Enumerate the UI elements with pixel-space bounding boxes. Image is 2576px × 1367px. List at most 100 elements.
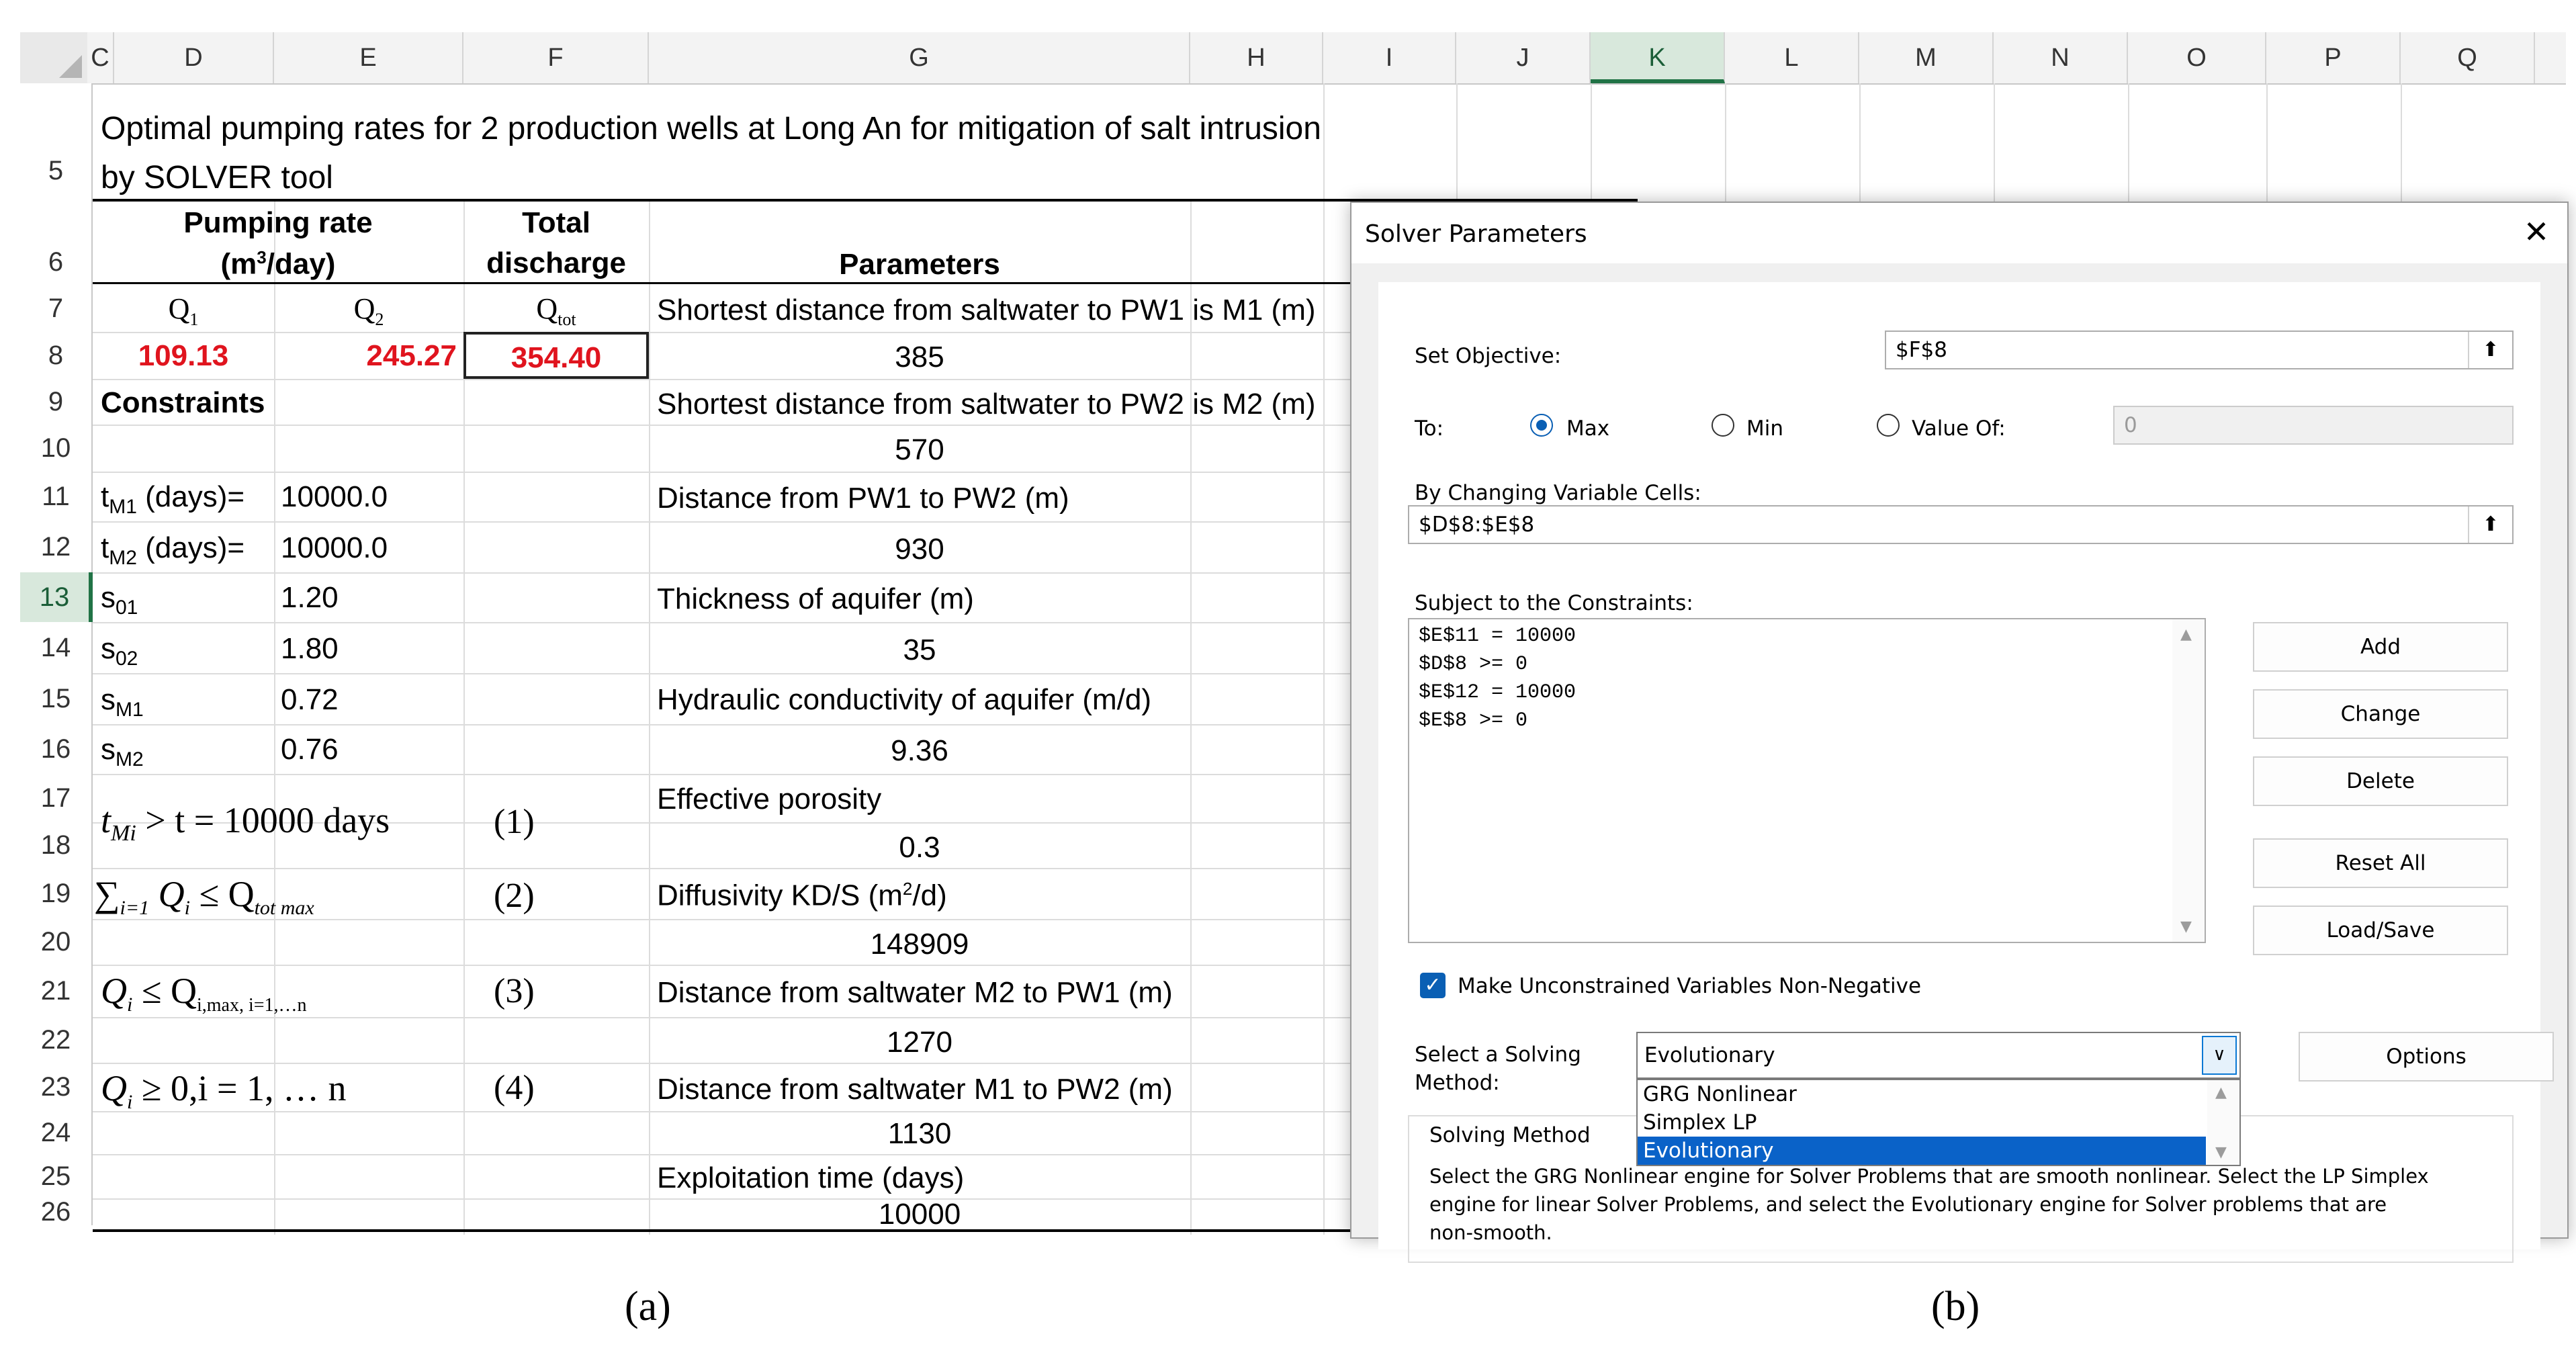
param-value-5[interactable]: 9.36 — [649, 736, 1190, 766]
radio-max[interactable] — [1530, 414, 1553, 437]
row-header-14[interactable]: 14 — [20, 622, 93, 673]
row-header-9[interactable]: 9 — [20, 379, 93, 425]
chevron-down-icon[interactable]: ∨ — [2202, 1036, 2237, 1075]
qtot-value-cell[interactable]: 354.40 — [463, 332, 649, 379]
delete-button[interactable]: Delete — [2253, 756, 2508, 806]
column-header-f[interactable]: F — [463, 32, 649, 83]
scroll-up-icon[interactable]: ▲ — [2215, 1084, 2227, 1101]
solving-method-select[interactable]: Evolutionary ∨ — [1636, 1032, 2241, 1079]
nonneg-checkbox[interactable]: ✓ — [1420, 973, 1446, 998]
constraint-item[interactable]: $E$12 = 10000 — [1419, 681, 1576, 704]
load-save-button[interactable]: Load/Save — [2253, 906, 2508, 955]
row-header-22[interactable]: 22 — [20, 1017, 93, 1063]
method-option-grg[interactable]: GRG Nonlinear — [1638, 1080, 2206, 1108]
param-value-2[interactable]: 570 — [649, 435, 1190, 465]
row-header-24[interactable]: 24 — [20, 1111, 93, 1154]
scroll-down-icon[interactable]: ▼ — [2180, 918, 2192, 935]
row-header-12[interactable]: 12 — [20, 521, 93, 572]
collapse-upload-icon[interactable]: ⬆ — [2468, 332, 2512, 368]
column-header-d[interactable]: D — [114, 32, 274, 83]
changing-cells-input[interactable]: $D$8:$E$8 ⬆ — [1408, 505, 2514, 544]
column-header-j[interactable]: J — [1456, 32, 1591, 83]
constraint-value-s01[interactable]: 1.20 — [281, 583, 339, 613]
row-header-19[interactable]: 19 — [20, 868, 93, 919]
row-header-23[interactable]: 23 — [20, 1063, 93, 1111]
row-header-6[interactable]: 6 — [20, 202, 93, 285]
row-header-11[interactable]: 11 — [20, 472, 93, 521]
row-header-7[interactable]: 7 — [20, 285, 93, 332]
method-description-line3: non-smooth. — [1429, 1221, 1552, 1244]
column-header-h[interactable]: H — [1190, 32, 1323, 83]
dropdown-scrollbar[interactable]: ▲ ▼ — [2207, 1080, 2239, 1165]
options-button[interactable]: Options — [2299, 1032, 2554, 1082]
row-header-26[interactable]: 26 — [20, 1198, 93, 1225]
reset-all-button[interactable]: Reset All — [2253, 838, 2508, 888]
nonneg-label: Make Unconstrained Variables Non-Negativ… — [1458, 974, 1922, 998]
param-value-7[interactable]: 148909 — [649, 930, 1190, 959]
constraint-item[interactable]: $E$11 = 10000 — [1419, 625, 1576, 648]
value-of-input[interactable]: 0 — [2113, 406, 2514, 445]
param-value-3[interactable]: 930 — [649, 535, 1190, 564]
scroll-down-icon[interactable]: ▼ — [2215, 1144, 2227, 1161]
add-button[interactable]: Add — [2253, 622, 2508, 672]
solving-method-dropdown-list[interactable]: GRG Nonlinear Simplex LP Evolutionary ▲ … — [1636, 1079, 2241, 1166]
dialog-title-bar[interactable]: Solver Parameters ✕ — [1351, 203, 2567, 263]
q2-value-cell[interactable]: 245.27 — [274, 341, 457, 371]
constraints-scrollbar[interactable]: ▲ ▼ — [2172, 619, 2205, 942]
param-value-4[interactable]: 35 — [649, 635, 1190, 665]
scroll-up-icon[interactable]: ▲ — [2180, 626, 2192, 643]
q1-value-cell[interactable]: 109.13 — [93, 341, 274, 371]
row-header-16[interactable]: 16 — [20, 724, 93, 774]
row-header-17[interactable]: 17 — [20, 774, 93, 822]
param-value-10[interactable]: 10000 — [649, 1200, 1190, 1229]
param-label-4: Thickness of aquifer (m) — [657, 582, 974, 615]
column-header-e[interactable]: E — [274, 32, 463, 83]
row-header-5[interactable]: 5 — [20, 83, 93, 202]
column-header-g[interactable]: G — [649, 32, 1190, 83]
method-option-evolutionary[interactable]: Evolutionary — [1638, 1137, 2206, 1165]
constraint-value-tm2[interactable]: 10000.0 — [281, 533, 388, 563]
param-value-1[interactable]: 385 — [649, 343, 1190, 372]
row-header-8[interactable]: 8 — [20, 332, 93, 379]
close-icon[interactable]: ✕ — [2510, 207, 2563, 257]
column-header-o[interactable]: O — [2128, 32, 2266, 83]
radio-value-of[interactable] — [1877, 414, 1900, 437]
select-all-corner[interactable] — [20, 32, 87, 83]
constraint-value-sm1[interactable]: 0.72 — [281, 685, 339, 715]
method-description-line1: Select the GRG Nonlinear engine for Solv… — [1429, 1165, 2429, 1188]
constraint-value-tm1[interactable]: 10000.0 — [281, 482, 388, 512]
radio-max-label: Max — [1566, 416, 1610, 441]
collapse-upload-icon[interactable]: ⬆ — [2468, 506, 2512, 543]
row-header-25[interactable]: 25 — [20, 1154, 93, 1198]
row-header-10[interactable]: 10 — [20, 425, 93, 472]
param-value-6[interactable]: 0.3 — [649, 833, 1190, 863]
constraint-value-s02[interactable]: 1.80 — [281, 634, 339, 664]
constraint-item[interactable]: $D$8 >= 0 — [1419, 653, 1527, 676]
constraints-list[interactable]: $E$11 = 10000 $D$8 >= 0 $E$12 = 10000 $E… — [1408, 618, 2206, 943]
param-value-9[interactable]: 1130 — [649, 1119, 1190, 1149]
column-header-m[interactable]: M — [1859, 32, 1994, 83]
equation-4-number: (4) — [494, 1069, 535, 1107]
column-header-l[interactable]: L — [1725, 32, 1859, 83]
column-header-q[interactable]: Q — [2401, 32, 2535, 83]
column-header-p[interactable]: P — [2266, 32, 2401, 83]
column-header-bar: C D E F G H I J K L M N O P Q — [20, 32, 2566, 85]
constraint-item[interactable]: $E$8 >= 0 — [1419, 709, 1527, 732]
column-header-k[interactable]: K — [1591, 32, 1725, 83]
column-header-n[interactable]: N — [1994, 32, 2128, 83]
constraint-value-sm2[interactable]: 0.76 — [281, 735, 339, 764]
row-header-15[interactable]: 15 — [20, 673, 93, 724]
to-label: To: — [1415, 416, 1444, 441]
header-pumping-rate: Pumping rate — [183, 206, 373, 239]
row-header-21[interactable]: 21 — [20, 965, 93, 1017]
column-header-i[interactable]: I — [1323, 32, 1456, 83]
column-header-c[interactable]: C — [87, 32, 114, 83]
change-button[interactable]: Change — [2253, 689, 2508, 739]
objective-input[interactable]: $F$8 ⬆ — [1885, 330, 2514, 369]
row-header-20[interactable]: 20 — [20, 919, 93, 965]
row-header-13[interactable]: 13 — [20, 572, 93, 622]
row-header-18[interactable]: 18 — [20, 822, 93, 868]
param-value-8[interactable]: 1270 — [649, 1028, 1190, 1057]
radio-min[interactable] — [1712, 414, 1734, 437]
method-option-simplex[interactable]: Simplex LP — [1638, 1108, 2206, 1137]
